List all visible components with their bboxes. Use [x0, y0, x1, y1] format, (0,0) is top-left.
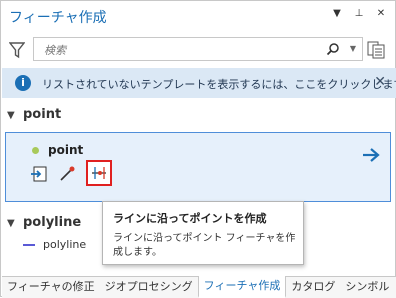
- tab-catalog[interactable]: カタログ: [286, 277, 340, 298]
- tooltip: ラインに沿ってポイントを作成 ラインに沿ってポイント フィーチャを作成します。: [102, 201, 304, 265]
- pane-title: フィーチャ作成: [9, 10, 107, 26]
- search-box: ▼: [33, 37, 363, 61]
- tab-geoprocessing[interactable]: ジオプロセシング: [100, 277, 198, 298]
- tab-create-features[interactable]: フィーチャ作成: [197, 276, 287, 298]
- group-header-label: point: [23, 107, 62, 122]
- tab-symbology[interactable]: シンボル: [340, 277, 394, 298]
- group-header-point[interactable]: ▼ point: [7, 107, 61, 122]
- group-header-label: polyline: [23, 215, 82, 230]
- tooltip-title: ラインに沿ってポイントを作成: [113, 212, 267, 225]
- manage-templates-icon[interactable]: [367, 41, 385, 59]
- pin-icon[interactable]: ⊥: [353, 7, 365, 21]
- create-features-pane: フィーチャ作成 ▼ ⊥ ✕ ▼ i リストされていないテンプレートを表示するには…: [0, 0, 396, 298]
- chevron-down-icon[interactable]: ▼: [7, 110, 19, 121]
- point-tool-icon[interactable]: [30, 165, 48, 183]
- chevron-down-icon[interactable]: ▼: [7, 218, 19, 229]
- bottom-tab-strip: フィーチャの修正 ジオプロセシング フィーチャ作成 カタログ シンボル: [2, 276, 396, 298]
- points-along-line-icon: [92, 167, 106, 179]
- template-card-point[interactable]: point: [5, 132, 391, 202]
- tooltip-body: ラインに沿ってポイント フィーチャを作成します。: [113, 233, 296, 258]
- arrow-right-icon[interactable]: [362, 147, 380, 163]
- close-info-icon[interactable]: ✕: [374, 74, 386, 90]
- point-symbol: [32, 147, 39, 154]
- info-bar-text[interactable]: リストされていないテンプレートを表示するには、ここをクリックします。: [42, 76, 396, 92]
- filter-icon[interactable]: [9, 41, 25, 59]
- info-bar[interactable]: i リストされていないテンプレートを表示するには、ここをクリックします。 ✕: [2, 68, 396, 98]
- info-icon: i: [15, 75, 31, 91]
- points-along-line-tool[interactable]: [86, 160, 112, 186]
- search-icon[interactable]: [326, 42, 340, 56]
- search-options-dropdown-icon[interactable]: ▼: [350, 44, 356, 53]
- point-at-end-of-line-icon[interactable]: [58, 165, 76, 183]
- pane-options-icon[interactable]: ▼: [331, 7, 343, 21]
- template-name-polyline[interactable]: polyline: [43, 238, 86, 251]
- template-name: point: [48, 143, 84, 157]
- group-header-polyline[interactable]: ▼ polyline: [7, 215, 81, 230]
- tab-modify-features[interactable]: フィーチャの修正: [2, 277, 100, 298]
- close-icon[interactable]: ✕: [375, 7, 387, 21]
- polyline-symbol: [23, 244, 35, 246]
- pane-title-controls: ▼ ⊥ ✕: [331, 7, 387, 21]
- search-input[interactable]: [42, 41, 326, 59]
